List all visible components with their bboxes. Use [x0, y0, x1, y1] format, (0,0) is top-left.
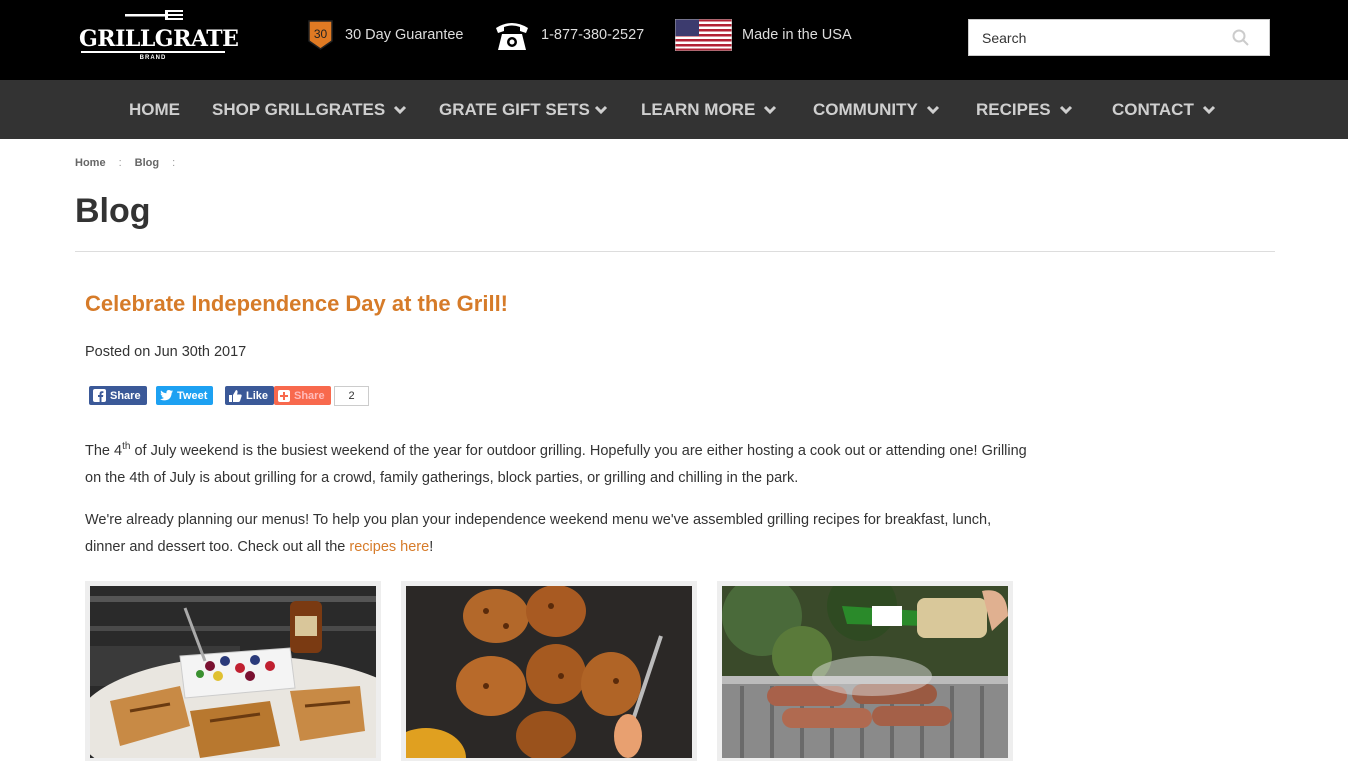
made-in-usa-info: Made in the USA: [675, 18, 852, 52]
breadcrumb-separator: :: [118, 157, 122, 169]
breadcrumb: Home : Blog :: [75, 157, 188, 169]
paragraph-2-text-a: We're already planning our menus! To hel…: [85, 512, 992, 555]
facebook-icon: [93, 389, 106, 402]
nav-recipes[interactable]: RECIPES: [976, 80, 1073, 139]
top-bar: GRILLGRATE BRAND 30 30 Day Guarantee 1-8…: [0, 0, 1348, 80]
search-input[interactable]: [969, 20, 1229, 55]
breadcrumb-home[interactable]: Home: [75, 157, 106, 169]
grilled-sausage-photo[interactable]: [717, 581, 1013, 761]
addthis-share-button[interactable]: Share: [274, 386, 331, 405]
nav-shop-grillgrates[interactable]: SHOP GRILLGRATES: [212, 80, 407, 139]
twitter-tweet-button[interactable]: Tweet: [156, 386, 214, 405]
plus-icon: [278, 389, 290, 402]
addthis-share-label: Share: [294, 389, 325, 402]
chevron-down-icon: [1202, 105, 1215, 114]
svg-text:30: 30: [314, 27, 328, 41]
logo-sub: BRAND: [139, 55, 167, 61]
title-divider: [75, 251, 1275, 252]
chevron-down-icon: [1059, 105, 1072, 114]
paragraph-2-text-b: !: [429, 539, 434, 555]
thumbs-up-icon: [229, 389, 242, 402]
post-date: Posted on Jun 30th 2017: [85, 344, 247, 360]
paragraph-1-text-a: The 4: [85, 442, 123, 459]
search-box: [968, 19, 1270, 56]
nav-community[interactable]: COMMUNITY: [813, 80, 940, 139]
breadcrumb-blog[interactable]: Blog: [135, 157, 159, 169]
grilled-chicken-image: [406, 586, 692, 758]
facebook-like-label: Like: [246, 389, 269, 402]
search-icon[interactable]: [1232, 29, 1249, 46]
chevron-down-icon: [594, 105, 607, 114]
grilled-chicken-photo[interactable]: [401, 581, 697, 761]
logo-underline: [81, 51, 225, 53]
nav-learn-more[interactable]: LEARN MORE: [641, 80, 777, 139]
breakfast-image: [90, 586, 376, 758]
us-flag-icon: [675, 19, 732, 51]
nav-grate-gift-sets[interactable]: GRATE GIFT SETS: [439, 80, 608, 139]
phone-icon: [496, 23, 528, 50]
facebook-share-label: Share: [110, 389, 141, 402]
post-paragraph-1: The 4th of July weekend is the busiest w…: [85, 433, 1035, 492]
twitter-icon: [160, 390, 173, 401]
nav-contact[interactable]: CONTACT: [1112, 80, 1216, 139]
page-title: Blog: [75, 192, 151, 230]
logo-text: GRILLGRATE: [79, 26, 239, 52]
breadcrumb-separator: :: [172, 157, 176, 169]
nav-gift-sets-label: GRATE GIFT SETS: [439, 99, 590, 119]
post-paragraph-2: We're already planning our menus! To hel…: [85, 507, 1035, 561]
grilled-sausage-image: [722, 586, 1008, 758]
guarantee-text: 30 Day Guarantee: [345, 27, 464, 43]
chevron-down-icon: [764, 105, 777, 114]
paragraph-1-text-b: of July weekend is the busiest weekend o…: [85, 442, 1027, 486]
facebook-like-button[interactable]: Like: [225, 386, 275, 405]
nav-home[interactable]: HOME: [129, 80, 180, 139]
nav-recipes-label: RECIPES: [976, 99, 1051, 119]
nav-community-label: COMMUNITY: [813, 99, 918, 119]
post-title[interactable]: Celebrate Independence Day at the Grill!: [85, 291, 508, 317]
facebook-share-button[interactable]: Share: [89, 386, 147, 405]
phone-info[interactable]: 1-877-380-2527: [493, 18, 644, 52]
phone-number: 1-877-380-2527: [541, 27, 645, 43]
nav-shop-label: SHOP GRILLGRATES: [212, 99, 386, 119]
main-nav: HOME SHOP GRILLGRATES GRATE GIFT SETS LE…: [0, 80, 1348, 139]
fork-icon: [125, 10, 183, 20]
guarantee-info: 30 30 Day Guarantee: [306, 18, 464, 52]
chevron-down-icon: [926, 105, 939, 114]
made-in-usa-text: Made in the USA: [742, 27, 852, 43]
nav-contact-label: CONTACT: [1112, 99, 1194, 119]
nav-home-label: HOME: [129, 99, 180, 119]
twitter-tweet-label: Tweet: [177, 389, 208, 402]
nav-learn-more-label: LEARN MORE: [641, 99, 756, 119]
share-count: 2: [334, 386, 369, 406]
recipes-link[interactable]: recipes here: [349, 539, 429, 555]
chevron-down-icon: [394, 105, 407, 114]
grillgrate-logo[interactable]: GRILLGRATE BRAND: [79, 8, 239, 66]
guarantee-badge-icon: 30: [308, 20, 333, 50]
breakfast-photo[interactable]: [85, 581, 381, 761]
